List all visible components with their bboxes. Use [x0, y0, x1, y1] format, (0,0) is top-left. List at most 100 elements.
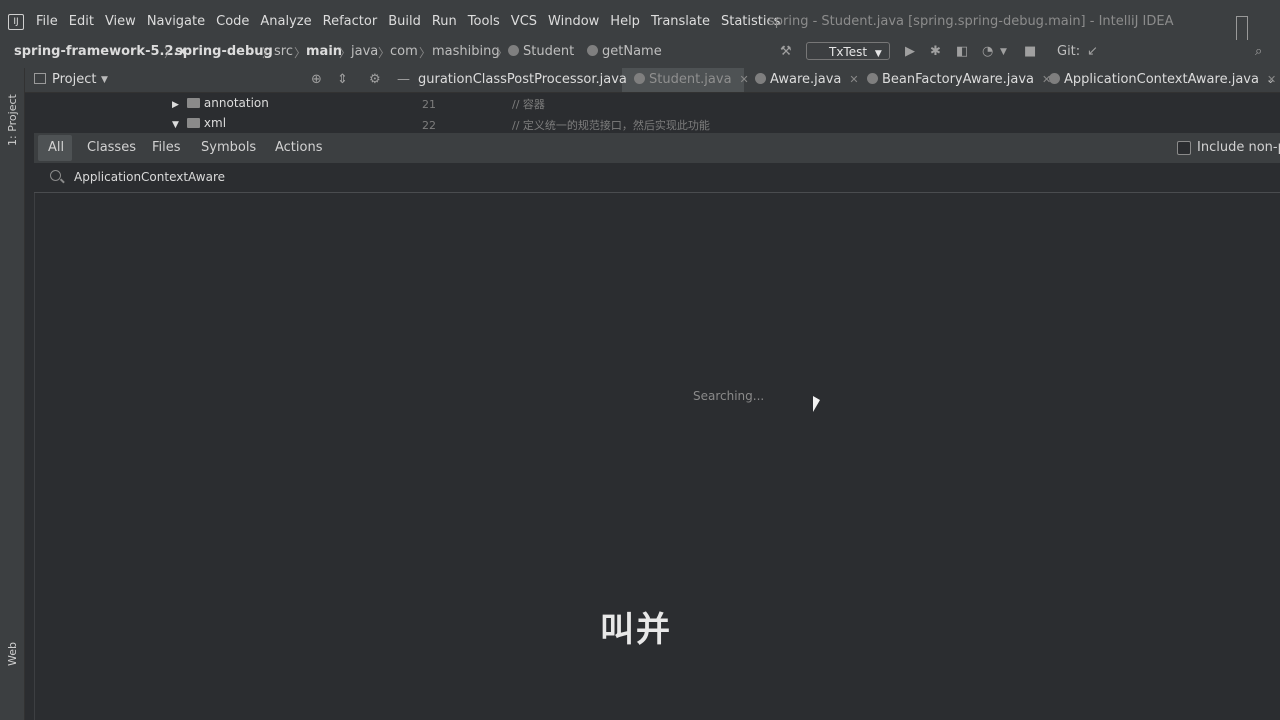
breadcrumb-method-label: getName	[602, 44, 662, 59]
code-comment: // 定义统一的规范接口，然后实现此功能	[512, 119, 710, 132]
breadcrumb-separator-icon: 〉	[339, 46, 352, 60]
tree-item-annotation[interactable]: ▶ annotation	[172, 96, 269, 110]
tree-item-label: annotation	[203, 96, 269, 110]
chevron-down-icon: ▼	[874, 49, 882, 59]
stop-icon[interactable]: ■	[1024, 44, 1036, 59]
web-tool-button[interactable]: Web	[6, 626, 19, 666]
breadcrumb-package[interactable]: mashibing	[432, 44, 500, 59]
menu-code[interactable]: Code	[216, 14, 249, 29]
mouse-cursor-icon	[813, 396, 820, 412]
interface-icon	[867, 73, 878, 84]
tab-bean-factory-aware[interactable]: BeanFactoryAware.java ✕	[867, 72, 1051, 87]
tab-aware[interactable]: Aware.java ✕	[755, 72, 859, 87]
window-title: spring - Student.java [spring.spring-deb…	[768, 14, 1174, 29]
menu-analyze[interactable]: Analyze	[260, 14, 311, 29]
breadcrumb-com[interactable]: com	[390, 44, 418, 59]
menu-tools[interactable]: Tools	[468, 14, 500, 29]
tree-item-xml[interactable]: ▼ xml	[172, 116, 226, 130]
include-non-project-checkbox[interactable]	[1177, 141, 1191, 155]
breadcrumb-method[interactable]: getName	[587, 44, 662, 59]
profile-icon[interactable]: ◔	[982, 44, 993, 59]
project-panel-title[interactable]: Project	[52, 72, 96, 87]
tab-label: BeanFactoryAware.java	[882, 72, 1035, 87]
menu-edit[interactable]: Edit	[69, 14, 94, 29]
breadcrumb-separator-icon: 〉	[496, 46, 509, 60]
menu-translate[interactable]: Translate	[651, 14, 710, 29]
line-number: 22	[422, 119, 436, 132]
tab-label: Student.java	[649, 72, 732, 87]
vcs-update-icon[interactable]: ↙	[1087, 44, 1098, 59]
git-label: Git:	[1057, 44, 1081, 59]
video-subtitle: 叫并	[600, 610, 672, 650]
tab-application-context-aware[interactable]: ApplicationContextAware.java ✕	[1049, 72, 1276, 87]
close-icon[interactable]: ✕	[740, 73, 749, 86]
close-icon[interactable]: ✕	[849, 73, 858, 86]
breadcrumb-class-label: Student	[523, 44, 575, 59]
locate-icon[interactable]: ⊕	[311, 72, 322, 87]
gear-icon[interactable]: ⚙	[369, 72, 381, 87]
tab-label: ApplicationContextAware.java	[1064, 72, 1259, 87]
left-tool-strip	[0, 68, 25, 720]
breadcrumb-separator-icon: 〉	[378, 46, 391, 60]
debug-icon[interactable]: ✱	[930, 44, 941, 59]
project-tool-button[interactable]: 1: Project	[6, 76, 19, 146]
menu-window[interactable]: Window	[548, 14, 599, 29]
folder-icon	[186, 118, 200, 128]
tab-configuration-class-post-processor[interactable]: gurationClassPostProcessor.java✕	[418, 72, 644, 87]
search-tab-symbols[interactable]: Symbols	[201, 140, 256, 155]
class-icon	[634, 73, 645, 84]
menu-build[interactable]: Build	[388, 14, 421, 29]
search-everywhere-icon[interactable]: ⌕	[1255, 44, 1262, 59]
coverage-icon[interactable]: ◧	[956, 44, 968, 59]
menu-refactor[interactable]: Refactor	[323, 14, 378, 29]
intellij-logo-icon: IJ	[8, 14, 24, 30]
menu-vcs[interactable]: VCS	[511, 14, 537, 29]
tab-student[interactable]: Student.java ✕	[634, 72, 749, 87]
folder-icon	[186, 98, 200, 108]
tab-label: Aware.java	[770, 72, 842, 87]
expand-arrow-icon[interactable]: ▶	[172, 100, 179, 110]
search-input[interactable]: ApplicationContextAware	[74, 170, 225, 184]
menu-run[interactable]: Run	[432, 14, 457, 29]
menu-items: File Edit View Navigate Code Analyze Ref…	[36, 14, 791, 29]
chevron-down-icon[interactable]: ▼	[1000, 47, 1007, 57]
interface-icon	[1049, 73, 1060, 84]
project-window-icon	[34, 73, 46, 84]
code-comment: // 容器	[512, 98, 545, 111]
breadcrumb-separator-icon: 〉	[419, 46, 432, 60]
run-configuration-select[interactable]: TxTest ▼	[806, 42, 890, 60]
collapse-arrow-icon[interactable]: ▼	[172, 120, 179, 130]
breadcrumb-project[interactable]: spring-framework-5.2.x	[14, 44, 187, 59]
breadcrumb-module[interactable]: spring-debug	[175, 44, 273, 59]
breadcrumb-main[interactable]: main	[306, 44, 342, 59]
tab-overflow-icon[interactable]: ⌄	[1266, 73, 1275, 86]
breadcrumb-separator-icon: 〉	[294, 46, 307, 60]
breadcrumb-class[interactable]: Student	[508, 44, 574, 59]
tab-label: gurationClassPostProcessor.java	[418, 72, 627, 87]
menu-view[interactable]: View	[105, 14, 136, 29]
breadcrumb-separator-icon: 〉	[262, 46, 275, 60]
menu-help[interactable]: Help	[610, 14, 640, 29]
method-icon	[587, 45, 598, 56]
hide-panel-icon[interactable]: —	[397, 72, 410, 87]
menu-navigate[interactable]: Navigate	[147, 14, 205, 29]
search-tab-files[interactable]: Files	[152, 140, 181, 155]
breadcrumb-src[interactable]: src	[274, 44, 293, 59]
interface-icon	[755, 73, 766, 84]
search-tab-all[interactable]: All	[48, 140, 64, 155]
search-tab-actions[interactable]: Actions	[275, 140, 323, 155]
tree-item-label: xml	[203, 116, 227, 130]
search-status: Searching...	[693, 389, 765, 403]
class-icon	[508, 45, 519, 56]
build-hammer-icon[interactable]: ⚒	[780, 44, 792, 59]
run-icon[interactable]: ▶	[905, 44, 915, 59]
run-config-label: TxTest	[829, 45, 868, 59]
collapse-all-icon[interactable]: ⇕	[337, 72, 348, 87]
search-tab-classes[interactable]: Classes	[87, 140, 136, 155]
search-icon	[50, 170, 61, 181]
line-number: 21	[422, 98, 436, 111]
include-non-project-label: Include non-pr	[1197, 140, 1280, 155]
breadcrumb-java[interactable]: java	[351, 44, 378, 59]
chevron-down-icon[interactable]: ▼	[101, 75, 108, 85]
menu-file[interactable]: File	[36, 14, 58, 29]
